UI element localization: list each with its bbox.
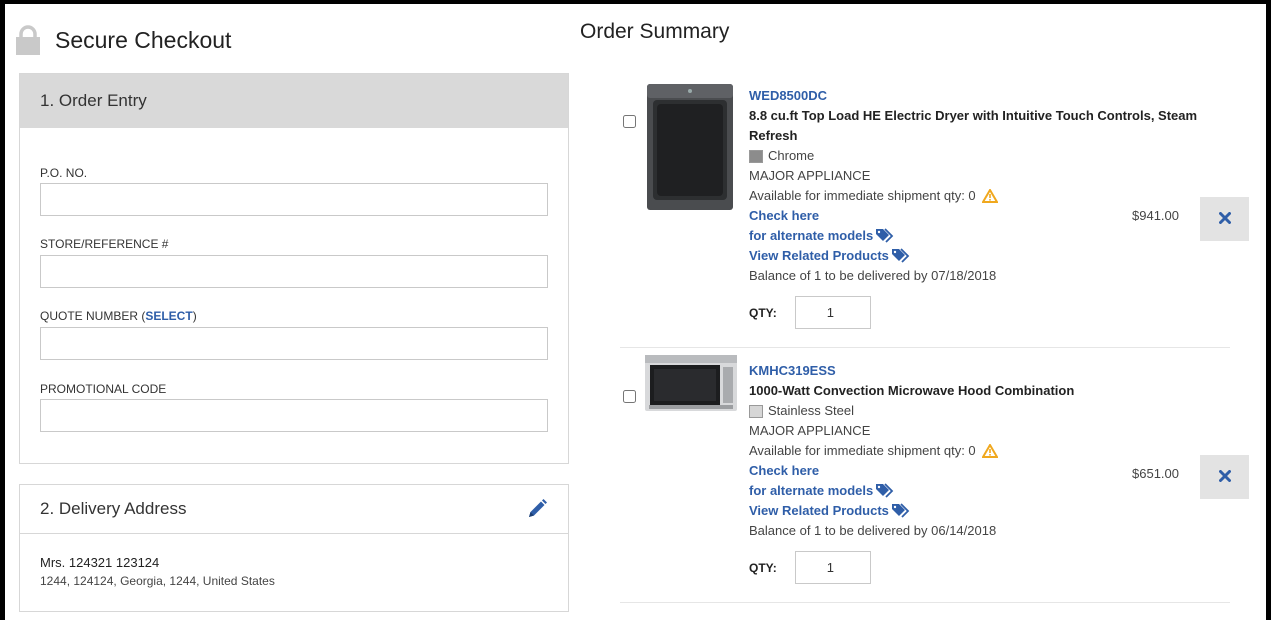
tag-icon [891,248,911,264]
delivery-address-header: 2. Delivery Address [20,485,568,534]
tag-icon [875,483,895,499]
promo-code-label: PROMOTIONAL CODE [40,382,167,396]
tag-icon [875,228,895,244]
item-select-checkbox[interactable] [623,390,636,403]
pencil-icon[interactable] [526,498,548,520]
order-item: WED8500DC 8.8 cu.ft Top Load HE Electric… [620,80,1249,348]
color-swatch-icon [749,149,763,163]
alternate-models-text: for alternate models [749,483,874,498]
item-availability: Available for immediate shipment qty: 0 [749,441,1219,461]
item-sku-link[interactable]: WED8500DC [749,86,1219,106]
warning-icon [980,188,999,203]
po-label: P.O. NO. [40,166,88,180]
alternate-models-text: for alternate models [749,228,874,243]
close-icon [1218,211,1231,227]
store-reference-input[interactable] [40,255,548,288]
item-balance: Balance of 1 to be delivered by 06/14/20… [749,523,997,538]
qty-label: QTY: [749,560,777,575]
promo-code-input[interactable] [40,399,548,432]
store-reference-label: STORE/REFERENCE # [40,237,169,251]
dryer-product-image [645,84,735,215]
microwave-product-image [645,355,737,416]
item-balance: Balance of 1 to be delivered by 07/18/20… [749,268,997,283]
checkout-header: Secure Checkout [15,22,231,58]
item-category: MAJOR APPLIANCE [749,168,871,183]
close-icon [1218,469,1231,485]
item-availability-text: Available for immediate shipment qty: 0 [749,443,976,458]
item-color-name: Stainless Steel [768,403,854,418]
item-availability-text: Available for immediate shipment qty: 0 [749,188,976,203]
qty-input[interactable] [794,296,871,329]
order-summary-title: Order Summary [580,20,730,43]
item-sku-link[interactable]: KMHC319ESS [749,361,1219,381]
item-color: Chrome [749,146,1219,166]
item-select-checkbox[interactable] [623,115,636,128]
lock-icon [15,25,41,55]
order-entry-heading: 1. Order Entry [20,74,568,128]
tag-icon [891,503,911,519]
color-swatch-icon [749,404,763,418]
page-title: Secure Checkout [55,26,232,53]
order-entry-panel: 1. Order Entry P.O. NO. STORE/REFERENCE … [19,73,569,464]
item-price: $651.00 [1132,466,1179,481]
alternate-models-link[interactable]: for alternate models [749,226,1219,246]
alternate-models-link[interactable]: for alternate models [749,481,1219,501]
quote-number-input[interactable] [40,327,548,360]
delivery-address-heading: 2. Delivery Address [40,499,187,518]
item-color-name: Chrome [768,148,815,163]
po-input[interactable] [40,183,548,216]
related-products-text: View Related Products [749,248,889,263]
item-description: 8.8 cu.ft Top Load HE Electric Dryer wit… [749,108,1198,143]
address-line: 1244, 124124, Georgia, 1244, United Stat… [40,574,275,588]
remove-item-button[interactable] [1200,455,1249,499]
related-products-link[interactable]: View Related Products [749,501,1219,521]
quote-number-label: QUOTE NUMBER (SELECT) [40,309,197,323]
address-name: Mrs. 124321 123124 [40,555,160,570]
warning-icon [980,443,999,458]
item-category: MAJOR APPLIANCE [749,423,871,438]
qty-label: QTY: [749,305,777,320]
quote-select-link[interactable]: SELECT [145,309,192,323]
qty-row: QTY: [749,551,1219,584]
item-price: $941.00 [1132,208,1179,223]
related-products-text: View Related Products [749,503,889,518]
order-item: KMHC319ESS 1000-Watt Convection Microwav… [620,355,1249,603]
item-availability: Available for immediate shipment qty: 0 [749,186,1219,206]
quote-number-label-text: QUOTE NUMBER ( [40,309,146,323]
quote-number-label-close: ) [192,309,197,323]
item-color: Stainless Steel [749,401,1219,421]
delivery-address-panel: 2. Delivery Address Mrs. 124321 123124 1… [19,484,569,612]
qty-row: QTY: [749,296,1219,329]
remove-item-button[interactable] [1200,197,1249,241]
item-description: 1000-Watt Convection Microwave Hood Comb… [749,383,1075,398]
qty-input[interactable] [794,551,871,584]
related-products-link[interactable]: View Related Products [749,246,1219,266]
